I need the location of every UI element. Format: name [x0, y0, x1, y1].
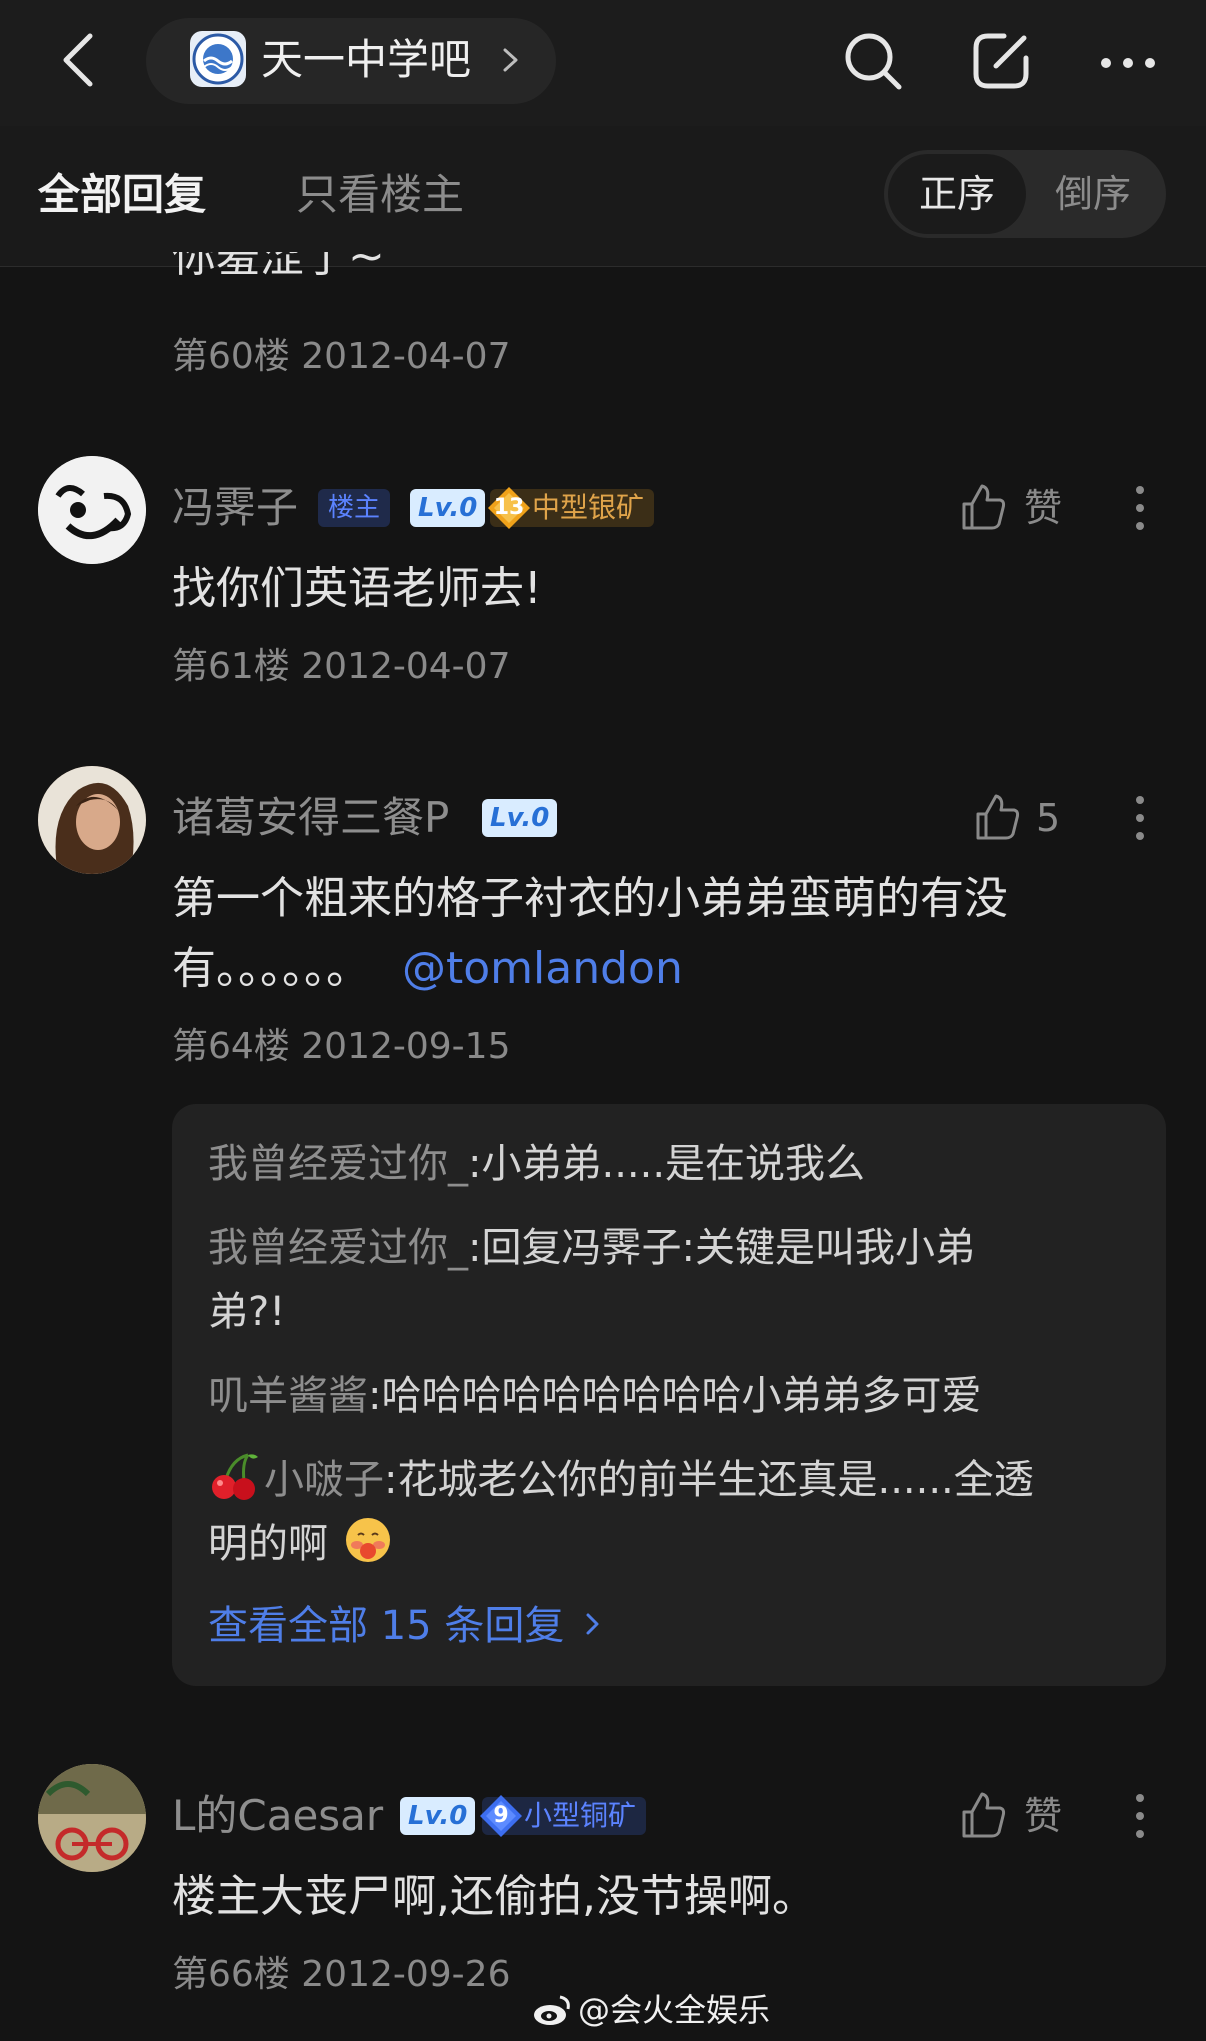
post-text: 有。。。。。。: [172, 943, 370, 994]
chevron-right-icon: [586, 1613, 599, 1635]
username[interactable]: 诸葛安得三餐P: [172, 790, 449, 846]
post-text-line: 第一个粗来的格子衬衣的小弟弟蛮萌的有没: [172, 873, 1008, 924]
sub-reply[interactable]: 我曾经爱过你_:回复冯霁子:关键是叫我小弟: [208, 1216, 975, 1280]
floor-number: 第64楼: [172, 1026, 290, 1067]
level-badge: Lv.0: [482, 799, 558, 837]
post-text-partial: 你羞涩了~: [172, 252, 385, 292]
sub-reply-text: :花城老公你的前半生还真是......全透: [384, 1457, 1034, 1503]
sub-reply-continuation: 弟?!: [208, 1289, 286, 1335]
post-text: 你羞涩了~: [172, 252, 385, 282]
like-count[interactable]: 5: [1036, 790, 1060, 846]
view-all-replies-link[interactable]: 查看全部 15 条回复: [208, 1598, 603, 1654]
post-date: 2012-09-15: [301, 1026, 511, 1067]
username[interactable]: L的Caesar: [172, 1788, 383, 1844]
post-date: 2012-04-07: [301, 646, 511, 687]
avatar[interactable]: [38, 1764, 146, 1872]
post-meta: 第66楼 2012-09-26: [172, 1950, 510, 2000]
sub-reply-author[interactable]: 我曾经爱过你_: [208, 1225, 468, 1271]
edit-icon[interactable]: [968, 28, 1034, 94]
sub-reply-author[interactable]: 小啵子: [264, 1457, 384, 1503]
sub-reply[interactable]: 叽羊酱酱:哈哈哈哈哈哈哈哈哈小弟弟多可爱: [208, 1364, 981, 1428]
more-options-icon[interactable]: [1092, 30, 1164, 96]
sub-reply-text: 明的啊: [208, 1521, 328, 1567]
thumbs-up-icon[interactable]: [974, 792, 1020, 842]
level-badge: Lv.0: [400, 1797, 476, 1835]
post-meta: 第61楼 2012-04-07: [172, 642, 510, 692]
sort-descending-button[interactable]: 倒序: [1026, 154, 1160, 234]
mine-label: 中型银矿: [532, 491, 645, 524]
weibo-logo-icon: [534, 1995, 570, 2025]
chevron-right-icon: [503, 48, 518, 72]
mention-link[interactable]: @tomlandon: [402, 943, 683, 994]
blushing-emoji-icon: [345, 1518, 390, 1562]
back-arrow-icon[interactable]: [58, 30, 98, 90]
sub-reply-continuation: 明的啊: [208, 1512, 395, 1576]
sub-reply-author[interactable]: 我曾经爱过你_: [208, 1141, 468, 1187]
sub-reply-text: :哈哈哈哈哈哈哈哈哈小弟弟多可爱: [368, 1373, 982, 1419]
post-date: 2012-04-07: [301, 336, 511, 377]
sub-reply-text: :小弟弟.....是在说我么: [468, 1141, 866, 1187]
post-text: 楼主大丧尸啊,还偷拍,没节操啊。: [172, 1871, 816, 1922]
kebab-menu-icon[interactable]: [1130, 480, 1150, 536]
forum-logo-icon: [190, 31, 246, 87]
forum-name[interactable]: 天一中学吧: [261, 30, 471, 90]
thumbs-up-icon[interactable]: [960, 482, 1006, 532]
search-icon[interactable]: [840, 28, 906, 94]
sort-ascending-button[interactable]: 正序: [888, 154, 1026, 234]
kebab-menu-icon[interactable]: [1130, 1788, 1150, 1844]
sub-reply[interactable]: 我曾经爱过你_:小弟弟.....是在说我么: [208, 1132, 865, 1196]
mine-level: 13: [493, 495, 525, 520]
mine-label: 小型铜矿: [524, 1799, 637, 1832]
cherry-icon: [212, 1453, 258, 1500]
floor-number: 第61楼: [172, 646, 290, 687]
username[interactable]: 冯霁子: [172, 480, 298, 536]
sub-reply[interactable]: 小啵子:花城老公你的前半生还真是......全透: [208, 1448, 1034, 1512]
watermark-text: @会火全娱乐: [578, 1991, 771, 2029]
post-meta: 第60楼 2012-04-07: [172, 332, 510, 382]
post-text: 找你们英语老师去!: [172, 563, 542, 614]
sub-reply-text: :回复冯霁子:关键是叫我小弟: [468, 1225, 975, 1271]
tab-all-replies[interactable]: 全部回复: [38, 165, 206, 225]
op-badge: 楼主: [318, 489, 391, 527]
mine-level: 9: [493, 1803, 509, 1828]
like-label[interactable]: 赞: [1024, 1788, 1062, 1844]
thumbs-up-icon[interactable]: [960, 1790, 1006, 1840]
floor-number: 第66楼: [172, 1954, 290, 1995]
kebab-menu-icon[interactable]: [1130, 790, 1150, 846]
tab-op-only[interactable]: 只看楼主: [296, 165, 464, 225]
like-label[interactable]: 赞: [1024, 480, 1062, 536]
post-meta: 第64楼 2012-09-15: [172, 1022, 510, 1072]
post-text-line: 有。。。。。。 @tomlandon: [172, 934, 683, 1004]
post-date: 2012-09-26: [301, 1954, 511, 1995]
avatar[interactable]: [38, 456, 146, 564]
view-all-label[interactable]: 查看全部 15 条回复: [208, 1603, 564, 1649]
level-badge: Lv.0: [410, 489, 486, 527]
avatar[interactable]: [38, 766, 146, 874]
floor-number: 第60楼: [172, 336, 290, 377]
sub-reply-author[interactable]: 叽羊酱酱: [208, 1373, 368, 1419]
